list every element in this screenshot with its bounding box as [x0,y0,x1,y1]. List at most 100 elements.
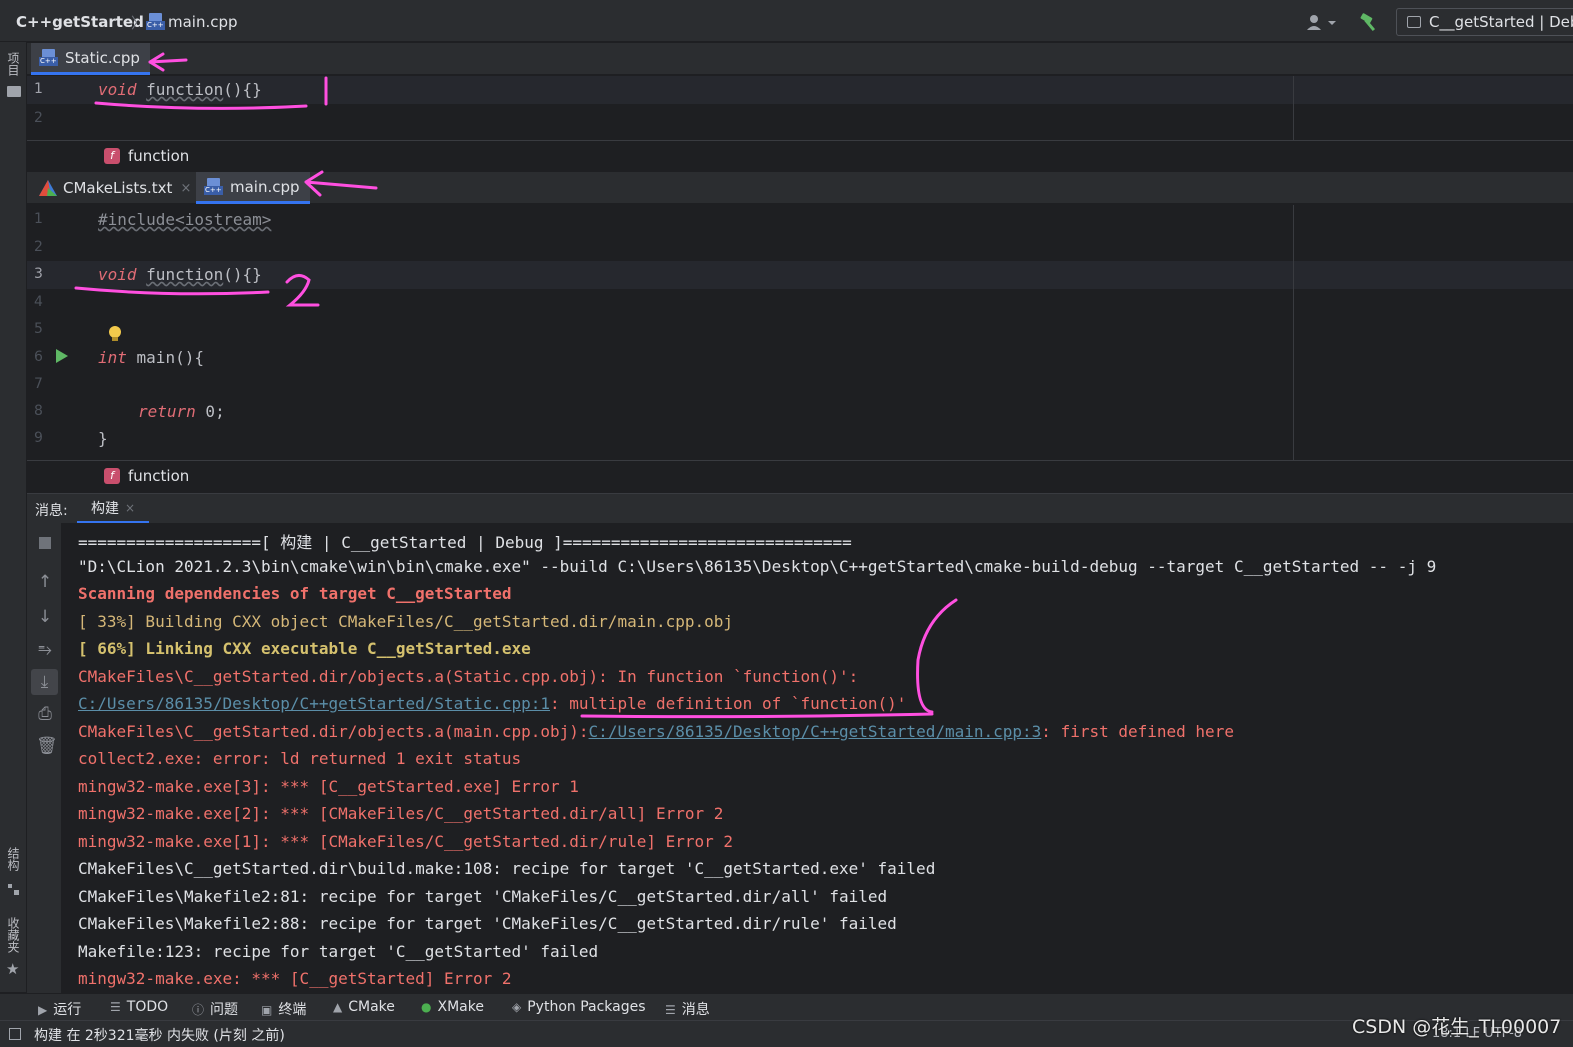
cpp-file-icon: C++ [204,177,224,196]
tab-build[interactable]: 构建 × [77,494,150,524]
output-line: [ 33%] Building CXX object CMakeFiles/C_… [78,612,734,631]
source-link[interactable]: C:/Users/86135/Desktop/C++getStarted/mai… [589,722,1042,741]
run-configuration-selector[interactable]: C__getStarted | Deb [1396,8,1573,36]
breadcrumb-file[interactable]: main.cpp [168,13,238,31]
star-icon[interactable]: ★ [6,960,19,978]
error-message: multiple definition of `function()' [569,694,907,713]
xmake-icon: ● [421,1000,432,1014]
watermark: CSDN @花生_TL00007 [1352,1016,1562,1038]
toolwindow-messages[interactable]: ☰ 消息 [665,999,710,1019]
arrow-down-icon[interactable]: ↓ [36,608,54,626]
function-name: function [146,80,224,99]
messages-header: 消息: 构建 × [27,493,1573,524]
code-line-close[interactable]: } [98,429,108,448]
run-icon: ▶ [38,1003,48,1017]
messages-icon: ☰ [665,1003,676,1017]
status-window-icon[interactable] [9,1028,21,1040]
favorites-tool-label[interactable]: 收藏夹 [5,917,22,953]
line-number: 6 [34,349,43,365]
tool-windows-bar: ▶ 运行 ☰ TODO ⓘ 问题 ▣ 终端 ▲ CMake ● XMake ◈ Python … [0,993,1573,1020]
line-number: 3 [34,266,43,282]
toolwindow-label: TODO [126,999,169,1015]
line-number: 4 [34,294,43,310]
build-toolbar: ↑ ↓ ⥱ ⤓ ⎙ 🗑 [27,523,62,993]
code-line[interactable]: void function(){} [98,80,262,99]
user-icon[interactable] [1306,14,1336,30]
toolwindow-terminal[interactable]: ▣ 终端 [261,999,306,1019]
output-line: CMakeFiles\C__getStarted.dir/objects.a(S… [78,667,859,686]
keyword-void: void [98,265,137,284]
cpp-file-icon: C++ [39,48,59,67]
tab-cmakelists[interactable]: CMakeLists.txt × [31,172,201,204]
line-number: 7 [34,376,43,392]
output-line: collect2.exe: error: ld returned 1 exit … [78,749,522,768]
soft-wrap-icon[interactable]: ⥱ [36,641,54,659]
tab-label: Static.cpp [65,48,140,67]
code-line-return[interactable]: return 0; [138,402,225,421]
close-icon[interactable]: × [180,181,191,196]
print-icon[interactable]: ⎙ [36,705,54,723]
output-line-link: C:/Users/86135/Desktop/C++getStarted/Sta… [78,694,906,713]
toolwindow-xmake[interactable]: ● XMake [421,999,484,1015]
toolwindow-todo[interactable]: ☰ TODO [110,999,168,1015]
code-punct: (){} [223,265,262,284]
toolwindow-label: CMake [348,999,395,1015]
stop-icon[interactable] [36,535,54,553]
editor-main-cpp[interactable]: 1 2 3 4 5 6 7 8 9 #include<iostream> voi… [27,205,1573,460]
folder-icon[interactable] [7,86,21,97]
todo-icon: ☰ [110,1000,121,1014]
lightbulb-icon[interactable] [108,325,122,343]
toolwindow-python-packages[interactable]: ◈ Python Packages [512,999,646,1015]
tab-label: main.cpp [230,177,300,196]
toolwindow-cmake[interactable]: ▲ CMake [333,999,395,1015]
object-ref: CMakeFiles\C__getStarted.dir/objects.a(m… [78,722,589,741]
arrow-up-icon[interactable]: ↑ [36,573,54,591]
code-line-function[interactable]: void function(){} [98,265,262,284]
output-line-link: CMakeFiles\C__getStarted.dir/objects.a(m… [78,722,1234,741]
code-punct: (){} [223,80,262,99]
function-icon: f [104,468,120,484]
tab-label: 构建 [91,500,119,517]
project-tool-label[interactable]: 项目 [5,52,22,76]
build-hammer-icon[interactable] [1359,12,1381,32]
scroll-to-end-icon[interactable]: ⤓ [31,669,58,695]
left-tool-strip: 项目 结构 收藏夹 ★ [0,42,27,992]
code-line-main[interactable]: int main(){ [98,348,204,367]
line-number: 8 [34,403,43,419]
breadcrumb-function[interactable]: function [128,147,189,165]
editor-tabbar-main: CMakeLists.txt × C++ main.cpp [27,172,1573,204]
structure-icon[interactable] [8,884,19,895]
project-name[interactable]: C++getStarted [16,13,144,31]
terminal-icon: ▣ [261,1003,273,1017]
output-line: CMakeFiles\C__getStarted.dir\build.make:… [78,859,936,878]
line-number: 9 [34,430,43,446]
function-icon: f [104,148,120,164]
toolwindow-problems[interactable]: ⓘ 问题 [192,999,238,1019]
build-output[interactable]: ===================[ 构建 | C__getStarted … [62,523,1573,993]
toolwindow-label: 终端 [278,1002,307,1018]
window-icon [1407,16,1421,28]
status-message[interactable]: 构建 在 2秒321毫秒 内失败 (片刻 之前) [34,1025,285,1045]
tab-static-cpp[interactable]: C++ Static.cpp [31,43,150,75]
trash-icon[interactable]: 🗑 [36,737,58,755]
tab-main-cpp[interactable]: C++ main.cpp [196,172,310,204]
output-line: ===================[ 构建 | C__getStarted … [78,533,852,552]
line-gutter: 1 2 3 4 5 6 7 8 9 [27,205,121,460]
toolwindow-label: 问题 [210,1002,239,1018]
output-line: Scanning dependencies of target C__getSt… [78,584,512,603]
source-link[interactable]: C:/Users/86135/Desktop/C++getStarted/Sta… [78,694,550,713]
output-line: mingw32-make.exe[1]: *** [CMakeFiles/C__… [78,832,734,851]
run-gutter-icon[interactable] [56,349,68,363]
keyword-return: return [138,402,196,421]
toolwindow-label: 消息 [681,1002,710,1018]
editor-static-cpp[interactable]: 1 2 void function(){} [27,76,1573,140]
output-line: Makefile:123: recipe for target 'C__getS… [78,942,599,961]
toolwindow-run[interactable]: ▶ 运行 [38,999,81,1019]
line-number: 1 [34,81,43,97]
breadcrumb-function[interactable]: function [128,467,189,485]
line-number: 1 [34,211,43,227]
code-line-include[interactable]: #include<iostream> [98,210,271,229]
structure-tool-label[interactable]: 结构 [5,847,22,871]
close-icon[interactable]: × [125,501,135,515]
return-value: 0; [195,402,225,421]
